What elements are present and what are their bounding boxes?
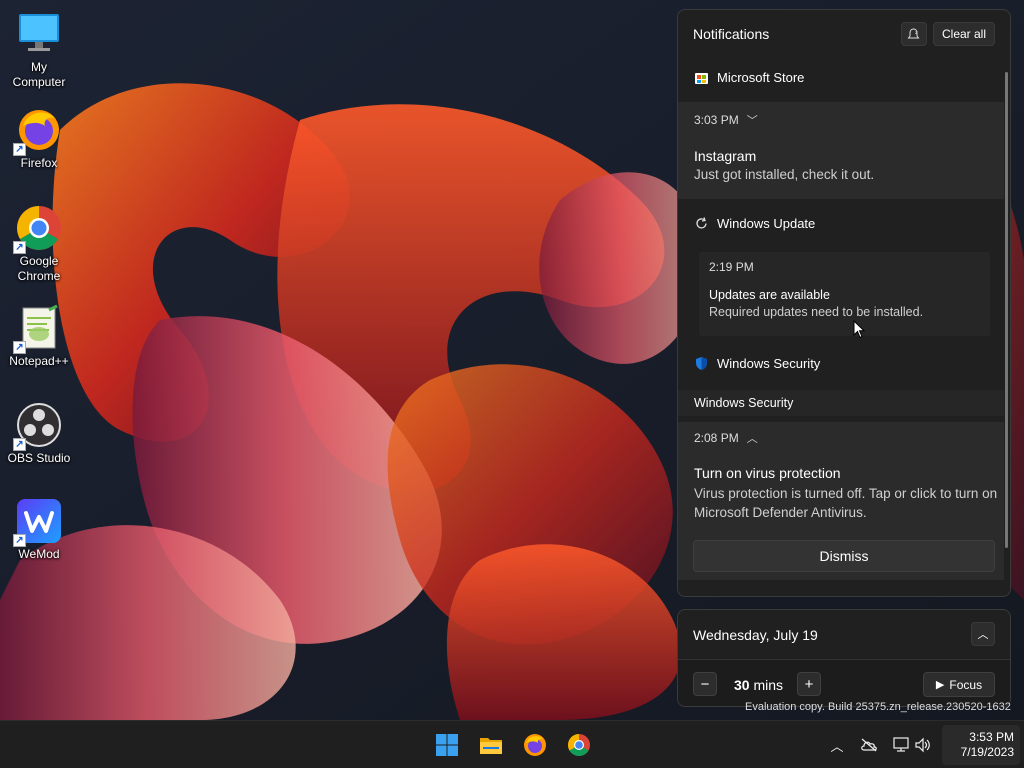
notification-body: Virus protection is turned off. Tap or c…	[694, 486, 998, 520]
svg-text:z: z	[915, 30, 918, 36]
notification-time: 3:03 PM ﹀	[694, 112, 758, 128]
shortcut-arrow-icon: ↗	[13, 534, 26, 547]
increase-focus-button[interactable]: +	[797, 672, 821, 696]
desktop-icon-google-chrome[interactable]: ↗ Google Chrome	[4, 204, 74, 284]
taskbar-file-explorer[interactable]	[479, 733, 503, 757]
desktop-icon-label: OBS Studio	[7, 451, 71, 465]
desktop-icon-label: WeMod	[18, 547, 60, 561]
firefox-icon: ↗	[13, 106, 63, 156]
chevron-up-icon[interactable]: ︿	[971, 622, 995, 646]
app-name: Windows Security	[717, 355, 821, 371]
calendar-panel: Wednesday, July 19 ︿ − 30 mins + ▶ Focus	[677, 609, 1011, 707]
wemod-icon: ↗	[13, 497, 63, 547]
focus-duration: 30 mins	[734, 677, 783, 693]
notification-center: Notifications z Clear all Microsoft Stor…	[677, 9, 1011, 597]
onedrive-offline-icon[interactable]	[860, 736, 878, 754]
desktop-icon-obs-studio[interactable]: ↗ OBS Studio	[4, 401, 74, 466]
taskbar-firefox[interactable]	[523, 733, 547, 757]
shortcut-arrow-icon: ↗	[13, 241, 26, 254]
do-not-disturb-icon: z	[907, 27, 920, 38]
desktop-icon-label: Notepad++	[9, 354, 69, 368]
show-hidden-icons-button[interactable]: ︿	[828, 736, 846, 754]
app-name: Windows Update	[717, 215, 816, 231]
notification-header: Notifications z Clear all	[678, 10, 1010, 58]
desktop-icon-label: Firefox	[20, 156, 58, 170]
app-name: Microsoft Store	[717, 69, 805, 85]
start-button[interactable]	[435, 733, 459, 757]
desktop-icon-notepad-plus-plus[interactable]: ↗ Notepad++	[4, 304, 74, 369]
shortcut-arrow-icon: ↗	[13, 143, 26, 156]
focus-label: Focus	[949, 677, 983, 692]
shield-icon	[696, 356, 707, 370]
time-label: 2:19 PM	[709, 260, 754, 274]
focus-minutes: 30	[734, 677, 750, 693]
notification-title: Notifications	[693, 26, 770, 42]
app-header-windows-update[interactable]: Windows Update	[678, 208, 1008, 238]
notepad-plus-plus-icon: ↗	[13, 304, 63, 354]
calendar-date: Wednesday, July 19	[693, 627, 818, 643]
desktop-icon-label: Google Chrome	[17, 254, 61, 283]
desktop-icon-wemod[interactable]: ↗ WeMod	[4, 497, 74, 562]
notification-card-updates[interactable]: 2:19 PM Updates are available Required u…	[699, 252, 990, 336]
desktop-icon-firefox[interactable]: ↗ Firefox	[4, 106, 74, 171]
volume-icon[interactable]	[914, 736, 932, 754]
chrome-icon: ↗	[13, 204, 63, 254]
monitor-icon	[15, 10, 63, 58]
microsoft-store-icon	[695, 72, 708, 84]
desktop-icon-label: My Computer	[12, 60, 66, 89]
app-header-windows-security[interactable]: Windows Security	[678, 348, 1008, 378]
firefox-icon	[524, 734, 546, 756]
shortcut-arrow-icon: ↗	[13, 438, 26, 451]
play-icon: ▶	[935, 679, 945, 691]
notification-body: Required updates need to be installed.	[709, 305, 924, 319]
dismiss-button[interactable]: Dismiss	[693, 540, 995, 572]
clock-date: 7/19/2023	[960, 745, 1014, 759]
subheader-label: Windows Security	[694, 396, 794, 410]
folder-icon	[480, 738, 502, 754]
clock-time: 3:53 PM	[969, 730, 1014, 744]
taskbar-chrome[interactable]	[567, 733, 591, 757]
notification-body: Just got installed, check it out.	[694, 167, 875, 182]
clear-all-button[interactable]: Clear all	[932, 22, 995, 46]
notification-heading: Instagram	[694, 148, 757, 164]
sync-icon	[696, 216, 707, 228]
windows-logo-icon	[436, 734, 458, 756]
time-label: 2:08 PM	[694, 431, 739, 445]
focus-unit: mins	[753, 677, 784, 693]
chevron-down-icon[interactable]: ﹀	[747, 112, 758, 128]
obs-icon: ↗	[13, 401, 63, 451]
focus-button[interactable]: ▶ Focus	[923, 672, 995, 697]
time-label: 3:03 PM	[694, 113, 739, 127]
decrease-focus-button[interactable]: −	[693, 672, 717, 696]
shortcut-arrow-icon: ↗	[13, 341, 26, 354]
notification-heading: Turn on virus protection	[694, 465, 841, 481]
focus-session-bar: − 30 mins + ▶ Focus	[678, 659, 1010, 706]
notification-card-instagram[interactable]: 3:03 PM ﹀ Instagram Just got installed, …	[678, 102, 1004, 199]
desktop-icon-my-computer[interactable]: My Computer	[4, 10, 74, 90]
mouse-cursor-icon	[853, 320, 865, 339]
notification-time: 2:08 PM ︿	[694, 430, 758, 446]
notification-heading: Updates are available	[709, 288, 830, 302]
notification-scrollbar[interactable]	[1005, 72, 1008, 548]
do-not-disturb-button[interactable]: z	[900, 22, 927, 46]
chevron-up-icon[interactable]: ︿	[747, 430, 758, 446]
chevron-up-icon: ︿	[830, 738, 844, 754]
taskbar: ︿ 3:53 PM 7/19/2023	[0, 720, 1024, 768]
notification-subheader: Windows Security	[678, 390, 1004, 416]
chrome-icon	[568, 734, 590, 756]
notification-time: 2:19 PM	[709, 260, 754, 274]
app-header-microsoft-store[interactable]: Microsoft Store	[678, 62, 1008, 92]
taskbar-clock[interactable]: 3:53 PM 7/19/2023	[942, 725, 1020, 765]
network-icon[interactable]	[892, 736, 910, 754]
evaluation-watermark: Evaluation copy. Build 25375.zn_release.…	[745, 701, 1011, 713]
